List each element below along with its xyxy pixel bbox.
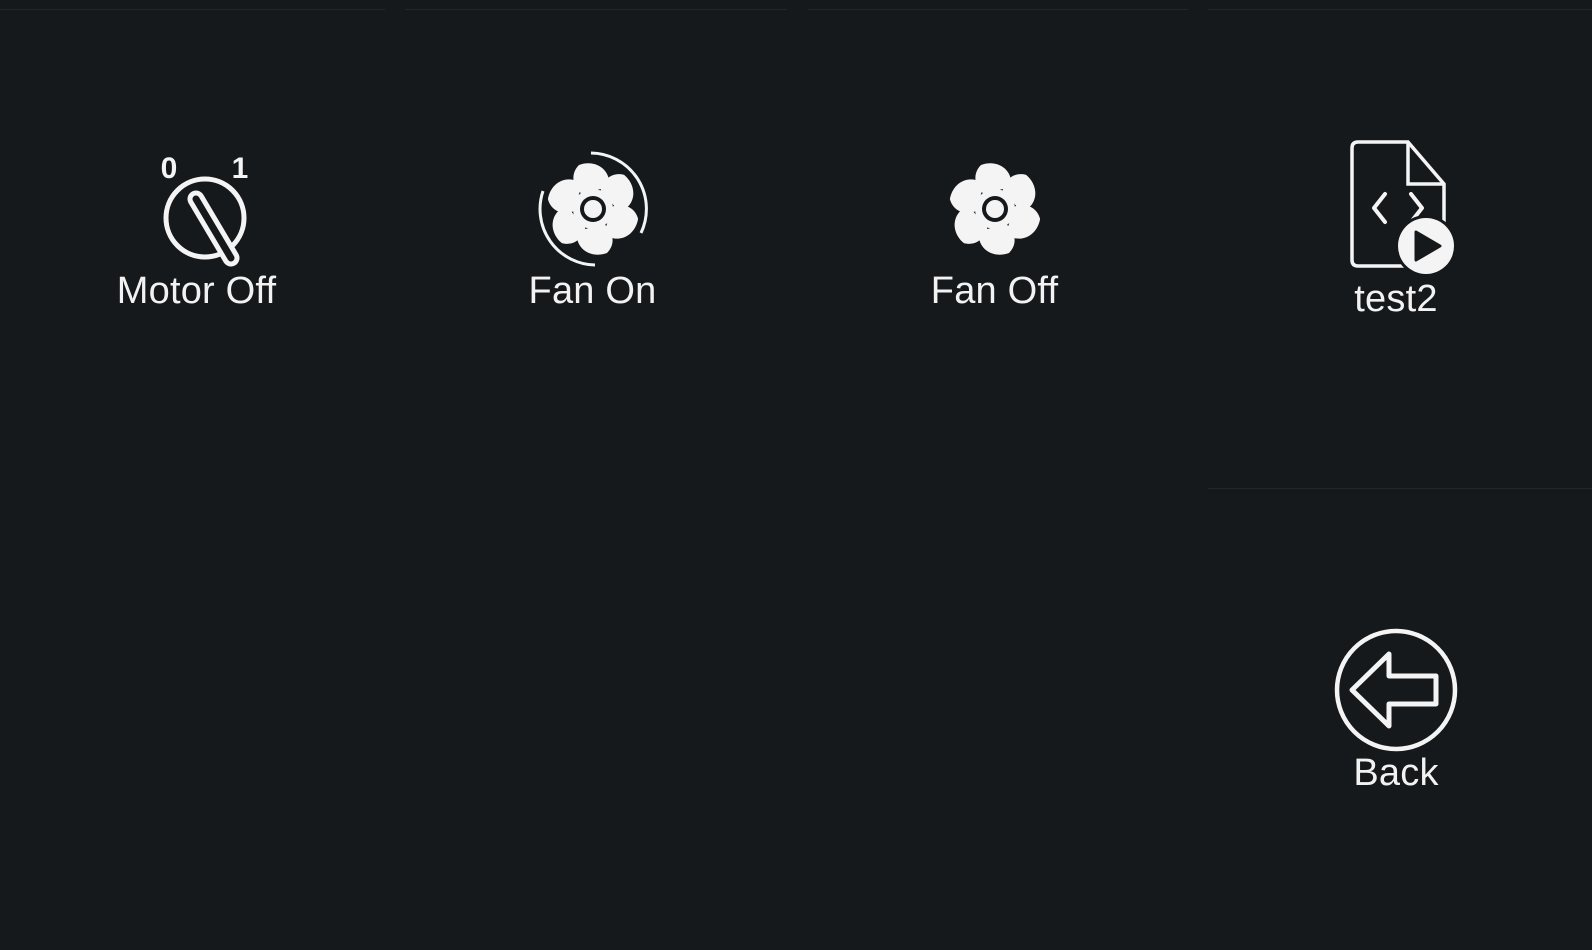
fan-running-icon bbox=[538, 151, 648, 267]
button-label: Fan Off bbox=[930, 270, 1059, 312]
button-label: Motor Off bbox=[116, 270, 277, 312]
tile-separator bbox=[1208, 9, 1592, 10]
test2-button[interactable]: test2 bbox=[1200, 140, 1592, 318]
button-grid: 0 1 Motor Off Fan On Fan Off test2 Back bbox=[0, 0, 1592, 950]
tile-separator bbox=[1208, 488, 1592, 489]
tile-separator bbox=[405, 9, 787, 10]
fan-off-button[interactable]: Fan Off bbox=[797, 150, 1192, 310]
button-label: Back bbox=[1353, 752, 1439, 794]
rotary-switch-icon: 0 1 bbox=[160, 152, 248, 267]
button-label: Fan On bbox=[528, 270, 657, 312]
dial-label-0: 0 bbox=[160, 152, 177, 185]
run-script-icon bbox=[1350, 140, 1456, 277]
back-arrow-icon bbox=[1334, 628, 1458, 752]
button-label: test2 bbox=[1354, 278, 1438, 320]
motor-off-button[interactable]: 0 1 Motor Off bbox=[0, 150, 393, 310]
tile-separator bbox=[0, 9, 385, 10]
back-button[interactable]: Back bbox=[1200, 628, 1592, 792]
tile-separator bbox=[808, 9, 1188, 10]
dial-label-1: 1 bbox=[231, 152, 248, 185]
fan-on-button[interactable]: Fan On bbox=[395, 150, 790, 310]
fan-icon bbox=[945, 163, 1044, 255]
